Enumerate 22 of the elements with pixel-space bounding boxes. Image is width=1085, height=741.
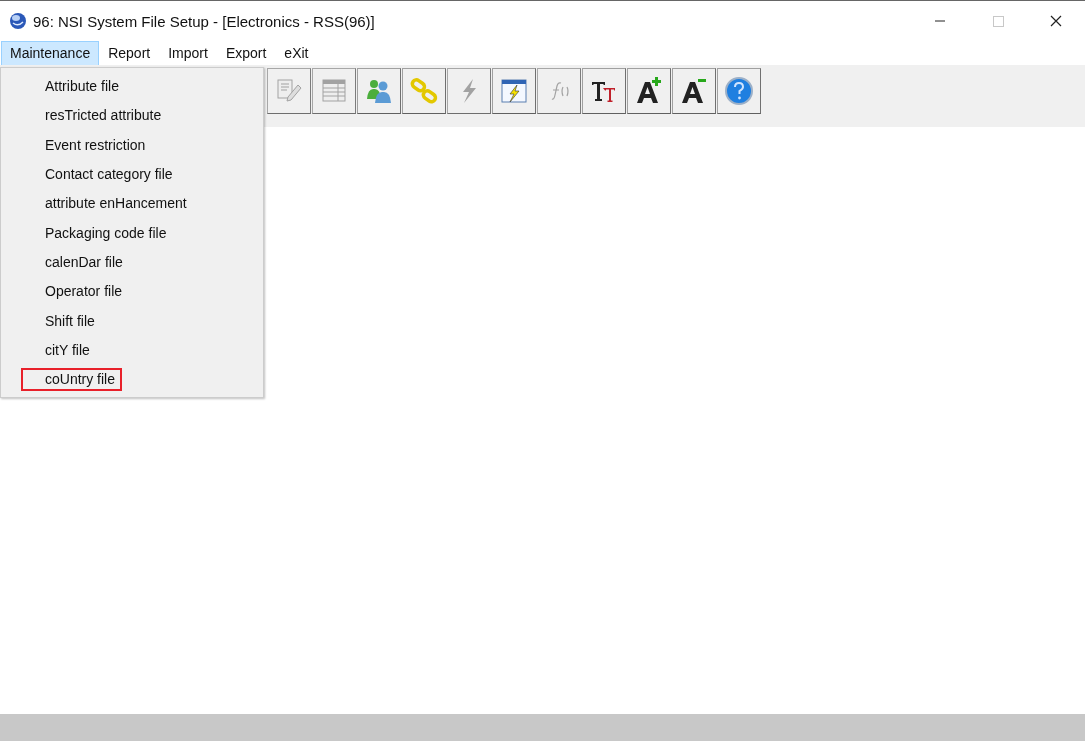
menu-item[interactable]: eXit bbox=[275, 40, 318, 66]
help-icon bbox=[723, 75, 755, 107]
menu-item[interactable]: Shift file bbox=[21, 309, 102, 333]
menu-item[interactable]: Report bbox=[99, 40, 160, 66]
menu-item[interactable]: Operator file bbox=[21, 280, 130, 304]
menu-item[interactable]: coUntry file bbox=[21, 368, 123, 392]
globe-icon bbox=[9, 12, 27, 30]
menu-item[interactable]: Attribute file bbox=[21, 75, 126, 99]
menu-item[interactable]: calenDar file bbox=[21, 250, 130, 274]
menu-item[interactable]: Export bbox=[216, 40, 276, 66]
toolbar-button[interactable] bbox=[627, 68, 671, 114]
menu-item[interactable]: Event restriction bbox=[21, 133, 153, 157]
menu-item[interactable]: resTricted attribute bbox=[21, 104, 169, 128]
toolbar-button[interactable] bbox=[582, 68, 626, 114]
menu-item[interactable]: Maintenance bbox=[1, 40, 100, 66]
menu-item[interactable]: Contact category file bbox=[21, 163, 180, 187]
menu-item[interactable]: Import bbox=[159, 40, 217, 66]
menu-item[interactable]: citY file bbox=[21, 338, 97, 362]
menu-item[interactable]: attribute enHancement bbox=[21, 192, 194, 216]
window-title: 96: NSI System File Setup - [Electronics - RSS(96)] bbox=[33, 12, 375, 30]
menu-item[interactable]: Packaging code file bbox=[21, 221, 174, 245]
toolbar-button[interactable] bbox=[672, 68, 716, 114]
